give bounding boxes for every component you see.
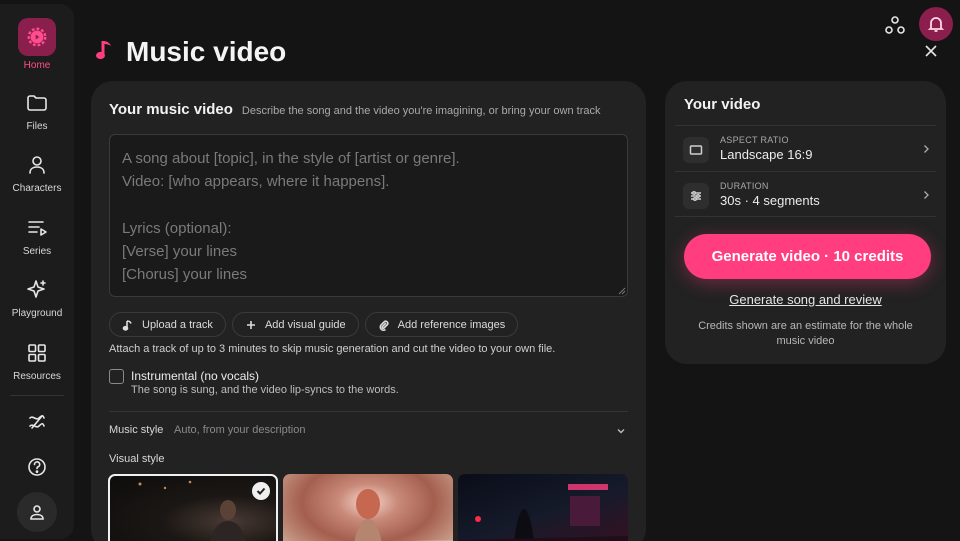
upload-track-button[interactable]: Upload a track (109, 312, 226, 337)
instrumental-label: Instrumental (no vocals) (131, 369, 260, 383)
sidebar-item-label: Home (23, 60, 51, 71)
sidebar-item-files[interactable]: Files (0, 91, 74, 132)
music-note-icon (94, 37, 116, 68)
chevron-down-icon (617, 429, 625, 434)
instrumental-checkbox[interactable] (109, 369, 124, 384)
sidebar-item-home[interactable]: Home (0, 18, 74, 71)
sliders-icon (683, 183, 709, 209)
aspect-ratio-icon (683, 137, 709, 163)
sidebar-item-characters[interactable]: Characters (0, 153, 74, 194)
setting-caption: DURATION (720, 181, 769, 191)
attachment-chips: Upload a track Add visual guide Add refe… (109, 312, 519, 337)
sidebar-divider (10, 395, 64, 396)
chip-label: Add visual guide (264, 318, 346, 331)
visual-style-stage-singer[interactable] (108, 474, 278, 541)
setting-caption: ASPECT RATIO (720, 135, 789, 145)
avatar[interactable] (17, 492, 57, 532)
instrumental-description: The song is sung, and the video lip-sync… (131, 384, 399, 396)
sparkle-icon (25, 278, 49, 302)
series-icon (25, 216, 49, 240)
resize-handle-icon[interactable] (618, 287, 626, 295)
sidebar-item-label: Characters (12, 183, 62, 194)
squiggle-icon[interactable] (22, 407, 52, 437)
grid-icon (25, 341, 49, 365)
check-icon (256, 487, 266, 495)
panel-title: Your video (684, 96, 761, 113)
page-header: Music video (94, 32, 286, 72)
person-icon (25, 153, 49, 177)
profile-icon (30, 505, 44, 520)
music-style-label: Music style (109, 424, 164, 436)
music-video-form: Your music video Describe the song and t… (91, 81, 646, 541)
sidebar-item-label: Resources (13, 371, 61, 382)
prompt-textarea[interactable]: A song about [topic], in the style of [a… (109, 134, 628, 297)
visual-style-neon-street[interactable] (458, 474, 628, 541)
neon-street-image (458, 484, 628, 541)
section-divider (109, 411, 628, 412)
notification-button[interactable] (919, 7, 953, 41)
sidebar-item-label: Series (22, 246, 52, 257)
music-style-value: Auto, from your description (174, 424, 306, 436)
aspect-ratio-setting[interactable]: ASPECT RATIO Landscape 16:9 (675, 125, 936, 171)
bell-icon (927, 17, 945, 32)
help-icon[interactable] (22, 452, 52, 482)
setting-value: 30s · 4 segments (720, 193, 820, 208)
duration-setting[interactable]: DURATION 30s · 4 segments (675, 171, 936, 217)
generate-song-link[interactable]: Generate song and review (665, 292, 946, 307)
sidebar-item-resources[interactable]: Resources (0, 341, 74, 382)
video-settings-panel: Your video ASPECT RATIO Landscape 16:9 D… (665, 81, 946, 364)
chevron-right-icon (924, 145, 929, 153)
page-title: Music video (126, 36, 287, 67)
music-note-icon (122, 319, 132, 331)
sidebar-item-label: Files (26, 121, 48, 132)
plus-icon (246, 320, 255, 329)
upload-hint: Attach a track of up to 3 minutes to ski… (109, 343, 556, 355)
golden-field-image (354, 489, 453, 541)
visual-style-golden-field[interactable] (283, 474, 453, 541)
chip-label: Upload a track (142, 318, 213, 331)
music-style-dropdown[interactable]: Music style Auto, from your description (109, 423, 628, 441)
selected-badge (252, 482, 270, 500)
form-subtitle: Describe the song and the video you're i… (241, 105, 601, 117)
generate-video-button[interactable]: Generate video · 10 credits (684, 234, 931, 279)
credits-note: Credits shown are an estimate for the wh… (698, 320, 913, 347)
visual-style-label: Visual style (109, 453, 165, 465)
add-reference-images-button[interactable]: Add reference images (364, 312, 519, 337)
paperclip-icon (379, 319, 389, 331)
add-visual-guide-button[interactable]: Add visual guide (231, 312, 359, 337)
home-icon (18, 18, 56, 56)
sidebar-item-series[interactable]: Series (0, 216, 74, 257)
form-header: Your music video Describe the song and t… (109, 101, 601, 118)
share-icon[interactable] (884, 14, 906, 36)
setting-value: Landscape 16:9 (720, 147, 813, 162)
chip-label: Add reference images (397, 318, 506, 331)
sidebar-item-playground[interactable]: Playground (0, 278, 74, 319)
form-title: Your music video (109, 101, 233, 118)
chevron-right-icon (924, 191, 929, 199)
close-icon[interactable] (924, 44, 938, 58)
sidebar: Home Files Characters Series Playground … (0, 0, 76, 541)
folder-icon (25, 91, 49, 115)
sidebar-item-label: Playground (11, 308, 63, 319)
